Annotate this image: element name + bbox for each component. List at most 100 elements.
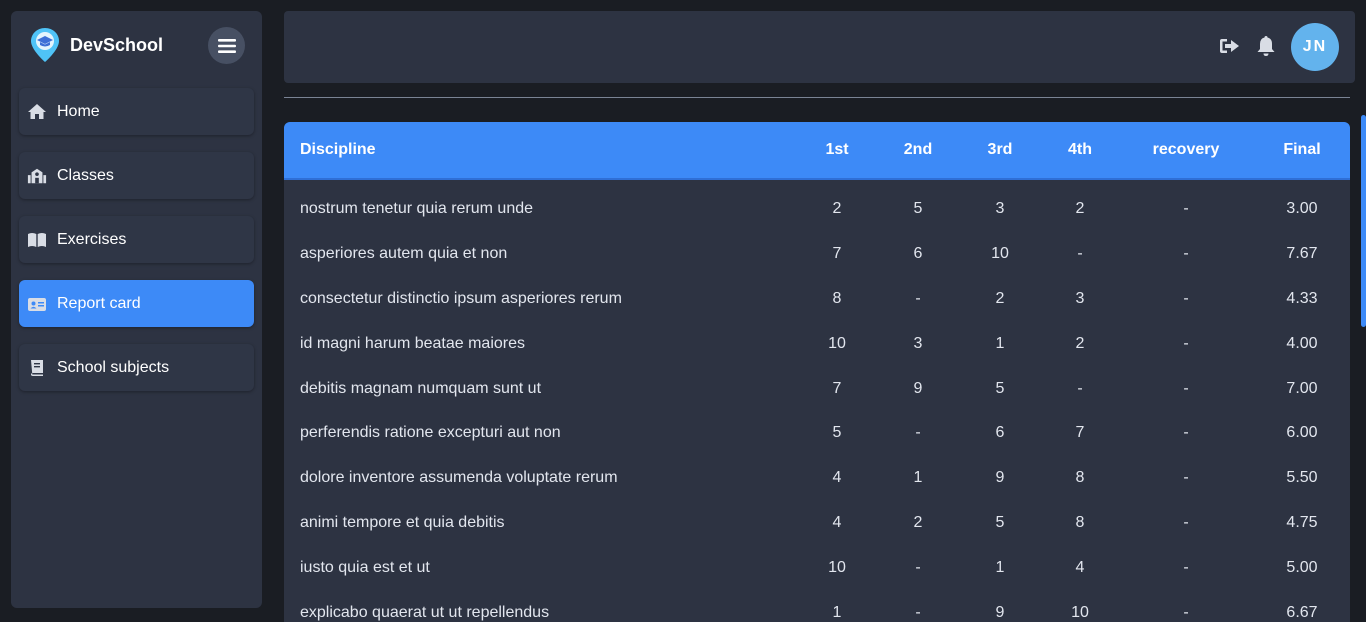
cell-final: 4.33 xyxy=(1286,289,1318,307)
cell-discipline: iusto quia est et ut xyxy=(300,558,430,576)
cell-final: 5.00 xyxy=(1286,558,1318,576)
cell-recovery: - xyxy=(1183,424,1189,442)
header-divider xyxy=(284,97,1350,98)
cell-grade-1st: 8 xyxy=(832,289,842,307)
sidebar-item-home[interactable]: Home xyxy=(19,88,254,135)
sidebar-item-school-subjects[interactable]: School subjects xyxy=(19,344,254,391)
cell-grade-4th: 10 xyxy=(1071,603,1089,621)
cell-discipline: explicabo quaerat ut ut repellendus xyxy=(300,603,550,621)
id-card-icon xyxy=(27,295,47,313)
cell-final: 4.00 xyxy=(1286,334,1318,352)
cell-grade-3rd: 5 xyxy=(995,379,1005,397)
cell-discipline: debitis magnam numquam sunt ut xyxy=(300,379,542,397)
cell-grade-2nd: 9 xyxy=(913,379,923,397)
sidebar-item-label: Report card xyxy=(57,294,141,312)
cell-grade-3rd: 10 xyxy=(991,245,1009,263)
cell-discipline: id magni harum beatae maiores xyxy=(300,334,526,352)
cell-recovery: - xyxy=(1183,200,1189,218)
cell-recovery: - xyxy=(1183,379,1189,397)
cell-grade-2nd: 5 xyxy=(913,200,923,218)
menu-toggle-button[interactable] xyxy=(208,27,245,64)
cell-recovery: - xyxy=(1183,513,1189,531)
cell-recovery: - xyxy=(1183,334,1189,352)
cell-grade-3rd: 6 xyxy=(995,424,1005,442)
sidebar: DevSchool Home Classes Exercises Report … xyxy=(11,11,262,608)
home-icon xyxy=(27,103,47,121)
cell-grade-1st: 10 xyxy=(828,558,846,576)
cell-discipline: perferendis ratione excepturi aut non xyxy=(300,424,561,442)
table-row: explicabo quaerat ut ut repellendus 1 - … xyxy=(284,590,1350,622)
cell-discipline: consectetur distinctio ipsum asperiores … xyxy=(300,289,622,307)
cell-grade-3rd: 2 xyxy=(995,289,1005,307)
logout-icon[interactable] xyxy=(1219,35,1241,57)
sidebar-item-label: Classes xyxy=(57,166,114,184)
user-avatar[interactable]: JN xyxy=(1291,23,1339,71)
cell-discipline: animi tempore et quia debitis xyxy=(300,513,505,531)
table-row: dolore inventore assumenda voluptate rer… xyxy=(284,456,1350,501)
cell-final: 4.75 xyxy=(1286,513,1318,531)
cell-final: 5.50 xyxy=(1286,469,1318,487)
table-row: consectetur distinctio ipsum asperiores … xyxy=(284,277,1350,322)
cell-discipline: asperiores autem quia et non xyxy=(300,245,508,263)
col-header-2nd: 2nd xyxy=(903,141,933,158)
col-header-recovery: recovery xyxy=(1152,141,1220,158)
cell-recovery: - xyxy=(1183,469,1189,487)
table-row: iusto quia est et ut 10 - 1 4 - 5.00 xyxy=(284,545,1350,590)
cell-recovery: - xyxy=(1183,245,1189,263)
cell-final: 6.67 xyxy=(1286,603,1318,621)
cell-grade-2nd: - xyxy=(915,289,921,307)
top-bar xyxy=(284,11,1355,83)
cell-grade-1st: 2 xyxy=(832,200,842,218)
cell-grade-2nd: 6 xyxy=(913,245,923,263)
cell-final: 7.00 xyxy=(1286,379,1318,397)
table-row: perferendis ratione excepturi aut non 5 … xyxy=(284,411,1350,456)
cell-grade-3rd: 9 xyxy=(995,603,1005,621)
cell-grade-1st: 1 xyxy=(832,603,842,621)
sidebar-item-exercises[interactable]: Exercises xyxy=(19,216,254,263)
sidebar-item-label: School subjects xyxy=(57,358,170,376)
table-row: id magni harum beatae maiores 10 3 1 2 -… xyxy=(284,321,1350,366)
cell-grade-3rd: 1 xyxy=(995,334,1005,352)
cell-grade-4th: 2 xyxy=(1075,200,1085,218)
cell-grade-4th: 3 xyxy=(1075,289,1085,307)
cell-recovery: - xyxy=(1183,603,1189,621)
cell-discipline: nostrum tenetur quia rerum unde xyxy=(300,200,534,218)
cell-grade-4th: - xyxy=(1077,379,1083,397)
cell-grade-2nd: 3 xyxy=(913,334,923,352)
col-header-discipline: Discipline xyxy=(300,141,376,158)
brand[interactable]: DevSchool xyxy=(30,27,163,63)
table-body: nostrum tenetur quia rerum unde 2 5 3 2 … xyxy=(284,187,1350,622)
cell-grade-2nd: - xyxy=(915,424,921,442)
hamburger-icon xyxy=(217,38,236,53)
cell-final: 3.00 xyxy=(1286,200,1318,218)
table-header: Discipline 1st 2nd 3rd 4th recovery Fina… xyxy=(284,122,1350,180)
cell-final: 7.67 xyxy=(1286,245,1318,263)
report-card-table: Discipline 1st 2nd 3rd 4th recovery Fina… xyxy=(284,122,1350,622)
cell-grade-4th: - xyxy=(1077,245,1083,263)
sidebar-item-classes[interactable]: Classes xyxy=(19,152,254,199)
cell-grade-1st: 5 xyxy=(832,424,842,442)
page-scrollbar[interactable] xyxy=(1361,115,1366,327)
col-header-final: Final xyxy=(1283,141,1321,158)
school-pin-logo-icon xyxy=(31,28,59,62)
col-header-3rd: 3rd xyxy=(987,141,1013,158)
cell-grade-3rd: 9 xyxy=(995,469,1005,487)
book-icon xyxy=(27,359,47,377)
cell-grade-1st: 4 xyxy=(832,513,842,531)
col-header-1st: 1st xyxy=(825,141,849,158)
cell-grade-2nd: 2 xyxy=(913,513,923,531)
cell-grade-4th: 8 xyxy=(1075,513,1085,531)
cell-grade-4th: 8 xyxy=(1075,469,1085,487)
brand-name: DevSchool xyxy=(70,34,164,55)
cell-grade-1st: 4 xyxy=(832,469,842,487)
cell-final: 6.00 xyxy=(1286,424,1318,442)
book-open-icon xyxy=(27,231,47,249)
table-row: animi tempore et quia debitis 4 2 5 8 - … xyxy=(284,501,1350,546)
cell-recovery: - xyxy=(1183,289,1189,307)
cell-grade-3rd: 3 xyxy=(995,200,1005,218)
bell-icon[interactable] xyxy=(1255,35,1277,57)
cell-grade-2nd: - xyxy=(915,603,921,621)
cell-grade-1st: 7 xyxy=(832,245,842,263)
sidebar-item-report-card[interactable]: Report card xyxy=(19,280,254,327)
cell-grade-1st: 10 xyxy=(828,334,846,352)
